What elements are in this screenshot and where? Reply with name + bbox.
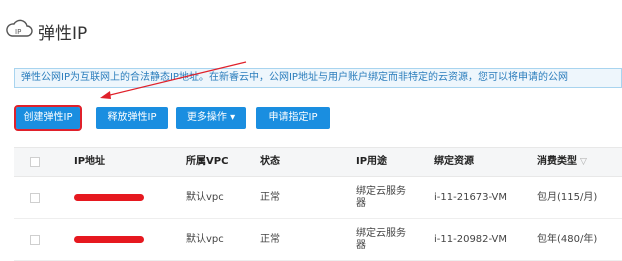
- column-use: IP用途: [356, 156, 388, 167]
- caret-down-icon: ▾: [230, 112, 236, 123]
- redacted-ip: [74, 194, 144, 201]
- row-vpc: 默认vpc: [186, 191, 224, 203]
- more-actions-button[interactable]: 更多操作 ▾: [176, 107, 246, 129]
- row-billing: 包年(480/年): [537, 233, 598, 245]
- row-resource[interactable]: i-11-20982-VM: [434, 219, 507, 260]
- column-vpc: 所属VPC: [186, 156, 229, 167]
- table-row[interactable]: 默认vpc 正常 绑定云服务器 i-11-20982-VM 包年(480/年): [14, 219, 622, 261]
- cloud-ip-icon: IP: [6, 18, 34, 44]
- column-ip: IP地址: [74, 156, 106, 167]
- select-all-checkbox[interactable]: [30, 157, 40, 167]
- redacted-ip: [74, 236, 144, 243]
- row-checkbox[interactable]: [30, 192, 40, 203]
- column-billing: 消费类型: [537, 156, 577, 167]
- release-eip-button[interactable]: 释放弹性IP: [96, 107, 168, 129]
- info-notice: 弹性公网IP为互联网上的合法静态IP地址。在新睿云中，公网IP地址与用户账户绑定…: [14, 68, 622, 88]
- svg-text:IP: IP: [15, 28, 21, 36]
- column-resource: 绑定资源: [434, 156, 474, 167]
- table-row[interactable]: 默认vpc 正常 绑定云服务器 i-11-21673-VM 包月(115/月): [14, 177, 622, 219]
- row-use: 绑定云服务器: [356, 227, 406, 251]
- row-status: 正常: [260, 233, 280, 245]
- page-title: 弹性IP: [38, 23, 88, 44]
- page-header: IP 弹性IP: [6, 17, 87, 45]
- table-header: IP地址 所属VPC 状态 IP用途 绑定资源 消费类型 ▽: [14, 147, 622, 177]
- row-checkbox[interactable]: [30, 234, 40, 245]
- row-billing: 包月(115/月): [537, 191, 598, 203]
- row-status: 正常: [260, 191, 280, 203]
- filter-icon[interactable]: ▽: [580, 156, 587, 168]
- row-use: 绑定云服务器: [356, 185, 406, 209]
- row-resource[interactable]: i-11-21673-VM: [434, 177, 507, 218]
- more-actions-label: 更多操作: [186, 112, 227, 123]
- row-vpc: 默认vpc: [186, 233, 224, 245]
- apply-specific-ip-button[interactable]: 申请指定IP: [256, 107, 330, 129]
- column-status: 状态: [260, 156, 280, 167]
- create-eip-button[interactable]: 创建弹性IP: [14, 105, 82, 131]
